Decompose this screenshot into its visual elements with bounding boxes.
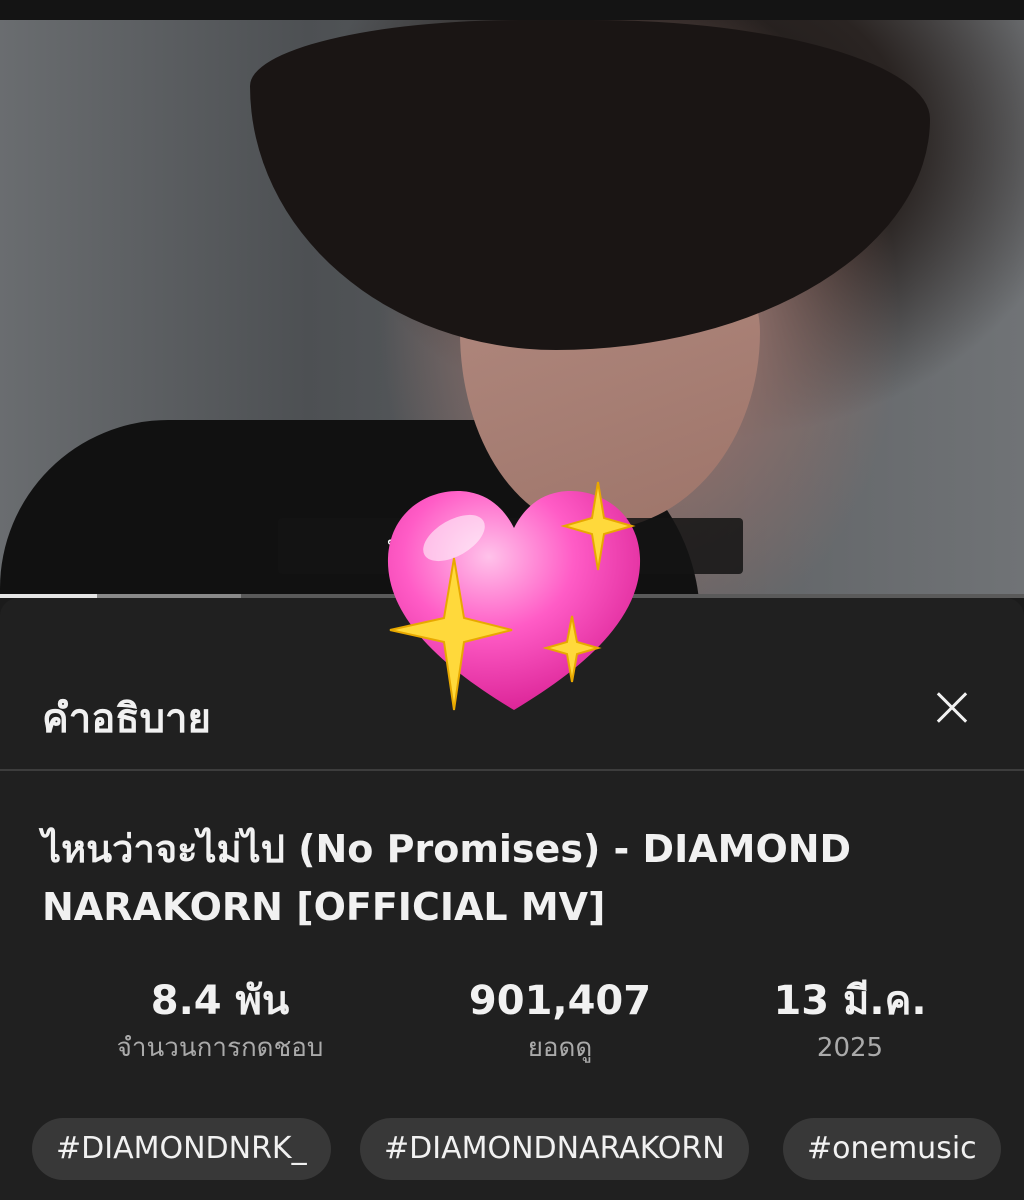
panel-title: คำอธิบาย — [42, 696, 211, 742]
sparkling-heart-emoji — [387, 481, 641, 711]
views-count: 901,407 — [468, 978, 652, 1024]
close-icon[interactable] — [922, 678, 982, 738]
hashtag-chip[interactable]: #DIAMONDNARAKORN — [360, 1118, 749, 1180]
likes-label: จำนวนการกดชอบ — [116, 1033, 324, 1063]
video-title: ไหนว่าจะไม่ไป (No Promises) - DIAMOND NA… — [42, 827, 852, 929]
likes-count: 8.4 พัน — [150, 978, 290, 1024]
views-stat: 901,407 ยอดดู — [410, 976, 710, 1070]
views-label: ยอดดู — [527, 1033, 593, 1063]
hashtag-chip[interactable]: #onemusic — [783, 1118, 1001, 1180]
publish-year: 2025 — [816, 1033, 884, 1063]
likes-stat: 8.4 พัน จำนวนการกดชอบ — [70, 976, 370, 1070]
divider — [0, 769, 1024, 771]
publish-date: 13 มี.ค. — [773, 978, 927, 1024]
date-stat: 13 มี.ค. 2025 — [700, 976, 1000, 1070]
video-frame-hair — [250, 20, 930, 350]
hashtag-chip[interactable]: #DIAMONDNRK_ — [32, 1118, 331, 1180]
status-strip — [0, 0, 1024, 20]
